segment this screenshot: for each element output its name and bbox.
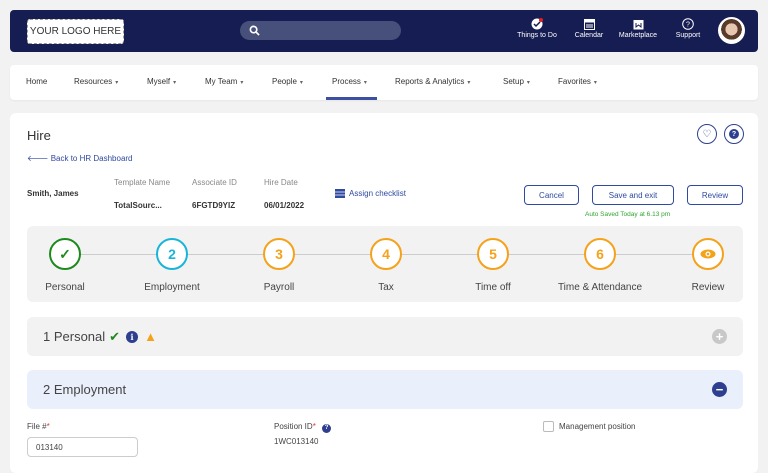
hire-date-value: 06/01/2022 xyxy=(264,201,305,210)
expand-plus-icon[interactable]: + xyxy=(712,329,727,344)
avatar[interactable] xyxy=(718,17,745,44)
help-button[interactable]: ? xyxy=(724,124,744,144)
step-label: Tax xyxy=(378,282,394,293)
associate-name: Smith, James xyxy=(27,189,79,198)
step-payroll[interactable]: 3 Payroll xyxy=(229,238,329,293)
help-icon[interactable]: ? xyxy=(322,423,332,433)
associate-id-value: 6FGTD9YIZ xyxy=(192,201,236,210)
position-id-label: Position ID* ? xyxy=(274,422,332,433)
nav-home[interactable]: Home xyxy=(26,77,47,86)
step-number: 6 xyxy=(584,238,616,270)
eye-icon xyxy=(692,238,724,270)
help-icon: ? xyxy=(729,129,739,139)
position-id-value: 1WC013140 xyxy=(274,437,319,446)
step-tax[interactable]: 4 Tax xyxy=(336,238,436,293)
step-review[interactable]: Review xyxy=(658,238,758,293)
template-name-label: Template Name xyxy=(114,178,171,187)
page-title: Hire xyxy=(27,128,51,143)
save-and-exit-button[interactable]: Save and exit xyxy=(592,185,674,205)
step-number: 4 xyxy=(370,238,402,270)
nav-myself[interactable]: Myself ▾ xyxy=(147,77,176,86)
step-label: Payroll xyxy=(263,282,295,293)
svg-text:?: ? xyxy=(686,22,690,29)
collapse-minus-icon[interactable]: − xyxy=(712,382,727,397)
step-label: Personal xyxy=(45,282,85,293)
favorite-button[interactable]: ♡ xyxy=(697,124,717,144)
section-employment[interactable]: 2 Employment − xyxy=(27,370,743,409)
section-personal[interactable]: 1 Personal ✔ i ▲ + xyxy=(27,317,743,356)
things-to-do-button[interactable]: Things to Do xyxy=(507,18,567,39)
info-icon: i xyxy=(126,330,139,343)
step-label: Time off xyxy=(475,282,511,293)
step-number: 2 xyxy=(156,238,188,270)
step-time-attendance[interactable]: 6 Time & Attendance xyxy=(550,238,650,293)
nav-resources[interactable]: Resources ▾ xyxy=(74,77,118,86)
back-link[interactable]: 🡐 Back to HR Dashboard xyxy=(27,153,133,163)
warning-icon: ▲ xyxy=(144,329,157,344)
check-icon: ✓ xyxy=(49,238,81,270)
assign-checklist-link[interactable]: Assign checklist xyxy=(335,189,406,198)
step-employment[interactable]: 2 Employment xyxy=(122,238,222,293)
step-personal[interactable]: ✓ Personal xyxy=(15,238,115,293)
search-icon xyxy=(249,25,260,36)
active-tab-indicator xyxy=(326,97,377,100)
nav-favorites[interactable]: Favorites ▾ xyxy=(558,77,597,86)
hire-date-label: Hire Date xyxy=(264,178,298,187)
file-number-label: File #* xyxy=(27,422,50,431)
checklist-icon xyxy=(335,189,345,198)
cancel-button[interactable]: Cancel xyxy=(524,185,579,205)
question-bubble-icon: ? xyxy=(682,18,694,30)
progress-stepper: ✓ Personal 2 Employment 3 Payroll 4 Tax 5 Time of… xyxy=(27,226,743,302)
step-label: Review xyxy=(691,282,725,293)
step-number: 3 xyxy=(263,238,295,270)
marketplace-bag-icon xyxy=(633,20,643,30)
management-position-checkbox[interactable] xyxy=(543,421,554,432)
check-icon: ✔ xyxy=(109,328,121,344)
associate-id-label: Associate ID xyxy=(192,178,237,187)
support-button[interactable]: ? Support xyxy=(658,18,718,39)
template-name-value: TotalSourc... xyxy=(114,201,162,210)
step-label: Time & Attendance xyxy=(557,282,643,293)
main-nav: Home Resources ▾ Myself ▾ My Team ▾ People ▾… xyxy=(10,65,758,100)
review-button[interactable]: Review xyxy=(687,185,743,205)
top-header: YOUR LOGO HERE Things to Do Calendar Mar… xyxy=(10,10,758,52)
nav-reports-analytics[interactable]: Reports & Analytics ▾ xyxy=(395,77,470,86)
search-input[interactable] xyxy=(240,21,401,40)
check-badge-icon xyxy=(531,18,543,30)
nav-my-team[interactable]: My Team ▾ xyxy=(205,77,243,86)
calendar-icon xyxy=(583,19,595,30)
nav-process[interactable]: Process ▾ xyxy=(332,77,367,86)
logo[interactable]: YOUR LOGO HERE xyxy=(27,19,124,44)
step-time-off[interactable]: 5 Time off xyxy=(443,238,543,293)
file-number-input[interactable]: 013140 xyxy=(27,437,138,457)
hire-card: Hire ♡ ? 🡐 Back to HR Dashboard Smith, J… xyxy=(10,113,758,473)
arrow-left-icon: 🡐 xyxy=(27,154,51,163)
autosave-status: Auto Saved Today at 6.13 pm xyxy=(585,211,671,218)
heart-icon: ♡ xyxy=(702,128,712,140)
nav-setup[interactable]: Setup ▾ xyxy=(503,77,530,86)
nav-people[interactable]: People ▾ xyxy=(272,77,303,86)
management-position-label: Management position xyxy=(559,422,636,431)
step-label: Employment xyxy=(144,282,200,293)
step-number: 5 xyxy=(477,238,509,270)
